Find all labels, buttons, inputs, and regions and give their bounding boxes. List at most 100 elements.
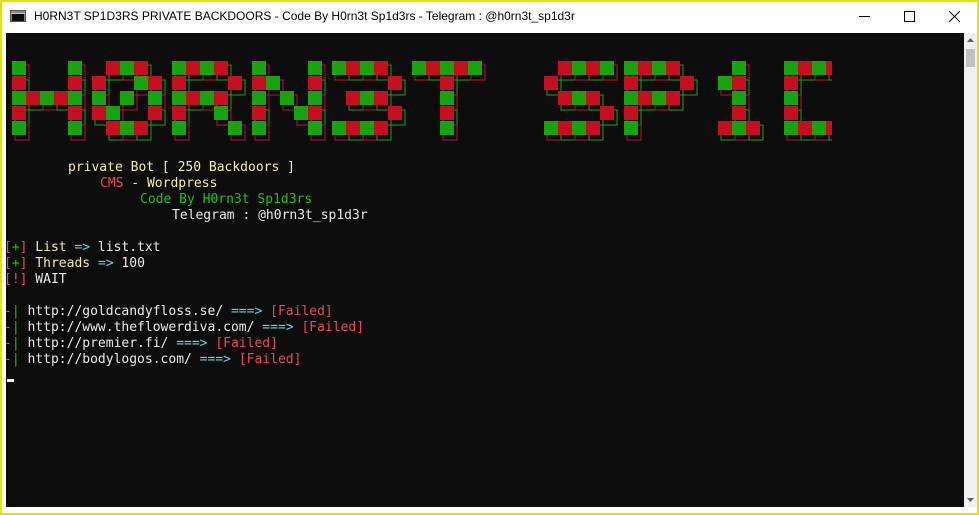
maximize-button[interactable]: [887, 2, 932, 31]
banner-block: [440, 106, 454, 120]
banner-block: [732, 106, 746, 120]
banner-block: [68, 76, 82, 90]
banner-block: [228, 76, 242, 90]
banner-block: [826, 61, 832, 75]
banner-block: [732, 91, 746, 105]
banner-block: [346, 91, 360, 105]
banner-block: [426, 61, 440, 75]
banner-block: [54, 91, 68, 105]
banner-block: [40, 91, 54, 105]
title-bar[interactable]: H0RN3T SP1D3RS PRIVATE BACKDOORS - Code …: [2, 2, 977, 31]
status-line-wait: [!] WAIT: [6, 272, 67, 287]
cms-label: CMS: [100, 176, 124, 191]
banner-block: [624, 61, 638, 75]
banner-block: [148, 91, 162, 105]
failed-status: [Failed]: [238, 352, 302, 367]
banner-block: [784, 76, 798, 90]
banner-block: [454, 61, 468, 75]
banner-block: [798, 61, 812, 75]
console-app-icon: [10, 10, 26, 22]
minimize-button[interactable]: [842, 2, 887, 31]
banner-block: [746, 121, 760, 135]
banner-block: [266, 76, 280, 90]
banner-block: [346, 121, 360, 135]
banner-block: [308, 106, 322, 120]
banner-block: [134, 76, 148, 90]
banner-block: [732, 61, 746, 75]
banner-block: [718, 121, 732, 135]
banner-block: [652, 91, 666, 105]
banner-block: [106, 106, 120, 120]
banner-block: [718, 76, 732, 90]
banner-block: [680, 76, 694, 90]
banner-block: [666, 61, 680, 75]
banner-block: [558, 121, 572, 135]
cms-sep: -: [123, 176, 147, 191]
banner-block: [784, 91, 798, 105]
console-output[interactable]: private Bot [ 250 Backdoors ] CMS - Word…: [6, 33, 964, 507]
ascii-art-banner: [12, 61, 832, 141]
banner-block: [624, 106, 638, 120]
banner-block: [68, 91, 82, 105]
scroll-thumb[interactable]: [966, 49, 975, 67]
info-line-code-by: Code By H0rn3t Sp1d3rs: [140, 192, 313, 207]
banner-block: [148, 76, 162, 90]
banner-block: [412, 61, 426, 75]
close-button[interactable]: [932, 2, 977, 31]
banner-block: [586, 121, 600, 135]
banner-block: [440, 91, 454, 105]
result-row: -| http://www.theflowerdiva.com/ ===> [F…: [6, 320, 365, 335]
banner-block: [186, 61, 200, 75]
banner-block: [812, 61, 826, 75]
scroll-down-button[interactable]: [964, 493, 977, 507]
banner-block: [200, 61, 214, 75]
banner-block: [798, 121, 812, 135]
banner-block: [638, 91, 652, 105]
banner-block: [12, 91, 26, 105]
vertical-scrollbar[interactable]: [964, 33, 977, 507]
banner-block: [666, 91, 680, 105]
banner-block: [252, 76, 266, 90]
minimize-icon: [859, 16, 870, 17]
banner-block: [638, 61, 652, 75]
banner-block: [440, 121, 454, 135]
failed-status: [Failed]: [215, 336, 278, 351]
banner-block: [214, 106, 228, 120]
chevron-up-icon: [967, 38, 974, 42]
scroll-up-button[interactable]: [964, 33, 977, 47]
banner-block: [308, 121, 322, 135]
banner-block: [252, 91, 266, 105]
banner-block: [346, 61, 360, 75]
banner-block: [572, 91, 586, 105]
banner-block: [294, 106, 308, 120]
banner-block: [374, 61, 388, 75]
banner-block: [624, 121, 638, 135]
banner-block: [134, 61, 148, 75]
chevron-down-icon: [967, 498, 974, 502]
banner-block: [600, 61, 614, 75]
banner-block: [332, 121, 346, 135]
banner-block: [308, 76, 322, 90]
banner-block: [558, 61, 572, 75]
banner-block: [440, 61, 454, 75]
banner-block: [92, 106, 106, 120]
banner-block: [106, 61, 120, 75]
result-row: -| http://bodylogos.com/ ===> [Failed]: [6, 352, 302, 367]
console-window: H0RN3T SP1D3RS PRIVATE BACKDOORS - Code …: [0, 0, 979, 515]
banner-block: [92, 91, 106, 105]
banner-block: [586, 91, 600, 105]
banner-block: [106, 121, 120, 135]
banner-block: [572, 121, 586, 135]
banner-block: [826, 121, 832, 135]
banner-block: [468, 61, 482, 75]
banner-block: [92, 76, 106, 90]
banner-block: [252, 121, 266, 135]
banner-block: [172, 106, 186, 120]
banner-block: [172, 61, 186, 75]
result-row: -| http://premier.fi/ ===> [Failed]: [6, 336, 278, 351]
banner-block: [308, 91, 322, 105]
banner-block: [214, 61, 228, 75]
banner-block: [68, 61, 82, 75]
banner-block: [784, 61, 798, 75]
banner-block: [214, 91, 228, 105]
